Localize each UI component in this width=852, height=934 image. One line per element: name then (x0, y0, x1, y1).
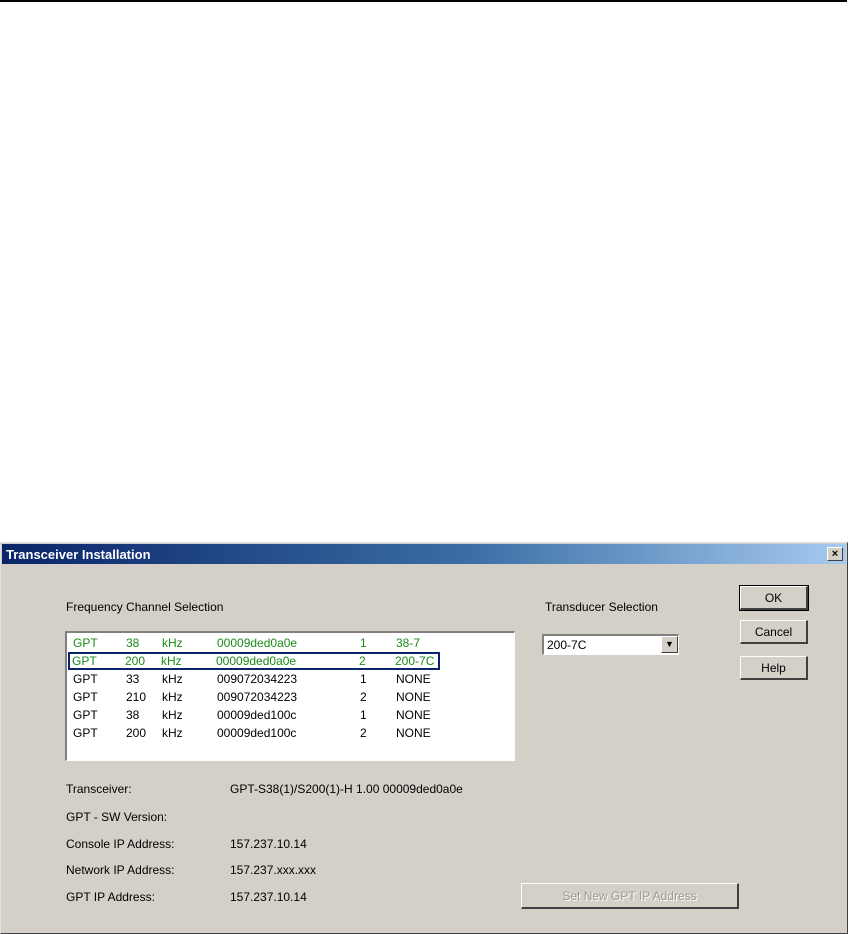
channel-channel-cell: 1 (360, 636, 367, 650)
network-ip-value: 157.237.xxx.xxx (230, 863, 317, 877)
channel-unit-cell: kHz (162, 636, 183, 650)
close-icon: × (831, 548, 839, 560)
channel-unit-cell: kHz (162, 708, 183, 722)
set-new-gpt-ip-button[interactable]: Set New GPT IP Address (521, 883, 739, 909)
channel-channel-cell: 2 (360, 726, 367, 740)
channel-unit-cell: kHz (161, 654, 182, 668)
channel-channel-cell: 1 (360, 708, 367, 722)
channel-freq-cell: 210 (126, 690, 147, 704)
dialog-title: Transceiver Installation (6, 547, 151, 562)
channel-freq-cell: 200 (125, 654, 146, 668)
set-new-gpt-ip-label: Set New GPT IP Address (562, 889, 697, 903)
ok-button[interactable]: OK (739, 585, 809, 611)
cancel-button[interactable]: Cancel (740, 620, 808, 644)
channel-transducer-cell: NONE (396, 726, 431, 740)
help-button-label: Help (761, 661, 786, 675)
channel-channel-cell: 2 (359, 654, 366, 668)
channel-type-cell: GPT (73, 672, 98, 686)
transducer-select[interactable]: 200-7C ▼ (542, 634, 679, 655)
channel-list-item[interactable]: GPT 33 kHz 009072034223 1 NONE (69, 670, 507, 688)
channel-serial-cell: 00009ded100c (217, 708, 297, 722)
frequency-channel-list[interactable]: GPT 38 kHz 00009ded0a0e 1 38-7 GPT 200 kHz 00009d… (65, 631, 515, 761)
channel-type-cell: GPT (73, 708, 98, 722)
channel-serial-cell: 00009ded0a0e (217, 636, 298, 650)
channel-list-item[interactable]: GPT 38 kHz 00009ded0a0e 1 38-7 (69, 634, 507, 652)
channel-serial-cell: 00009ded0a0e (216, 654, 297, 668)
cancel-button-label: Cancel (754, 625, 793, 639)
ok-button-label: OK (764, 591, 783, 605)
gpt-ip-value: 157.237.10.14 (230, 890, 307, 904)
network-ip-label: Network IP Address: (66, 863, 175, 877)
console-ip-value: 157.237.10.14 (230, 837, 307, 851)
sw-version-label: GPT - SW Version: (66, 810, 168, 824)
channel-transducer-cell: NONE (396, 690, 431, 704)
channel-transducer-cell: 200-7C (395, 654, 435, 668)
channel-unit-cell: kHz (162, 690, 183, 704)
channel-type-cell: GPT (72, 654, 97, 668)
dropdown-arrow-icon[interactable]: ▼ (661, 636, 678, 653)
channel-transducer-cell: NONE (396, 708, 431, 722)
channel-freq-cell: 38 (126, 636, 140, 650)
channel-list-item[interactable]: GPT 200 kHz 00009ded0a0e 2 200-7C (68, 652, 440, 670)
channel-type-cell: GPT (73, 636, 98, 650)
gpt-ip-label: GPT IP Address: (66, 890, 155, 904)
transceiver-installation-dialog: Transceiver Installation × Frequency Cha… (0, 542, 848, 934)
channel-type-cell: GPT (73, 726, 98, 740)
channel-list-item[interactable]: GPT 200 kHz 00009ded100c 2 NONE (69, 724, 507, 742)
close-button[interactable]: × (827, 547, 843, 561)
channel-type-cell: GPT (73, 690, 98, 704)
channel-serial-cell: 009072034223 (217, 672, 298, 686)
channel-serial-cell: 009072034223 (217, 690, 298, 704)
channel-freq-cell: 38 (126, 708, 140, 722)
channel-serial-cell: 00009ded100c (217, 726, 297, 740)
help-button[interactable]: Help (740, 656, 808, 680)
channel-transducer-cell: NONE (396, 672, 431, 686)
title-bar[interactable]: Transceiver Installation × (2, 544, 846, 564)
channel-unit-cell: kHz (162, 726, 183, 740)
channel-list-item[interactable]: GPT 210 kHz 009072034223 2 NONE (69, 688, 507, 706)
channel-freq-cell: 200 (126, 726, 147, 740)
transceiver-value: GPT-S38(1)/S200(1)-H 1.00 00009ded0a0e (230, 782, 463, 796)
transducer-selection-heading: Transducer Selection (545, 600, 658, 614)
frequency-channel-heading: Frequency Channel Selection (66, 600, 224, 614)
transducer-select-value: 200-7C (547, 638, 587, 652)
channel-channel-cell: 2 (360, 690, 367, 704)
channel-list-item[interactable]: GPT 38 kHz 00009ded100c 1 NONE (69, 706, 507, 724)
transceiver-label: Transceiver: (66, 782, 132, 796)
channel-transducer-cell: 38-7 (396, 636, 421, 650)
channel-freq-cell: 33 (126, 672, 140, 686)
page-top-rule (0, 0, 847, 2)
channel-channel-cell: 1 (360, 672, 367, 686)
channel-unit-cell: kHz (162, 672, 183, 686)
console-ip-label: Console IP Address: (66, 837, 175, 851)
